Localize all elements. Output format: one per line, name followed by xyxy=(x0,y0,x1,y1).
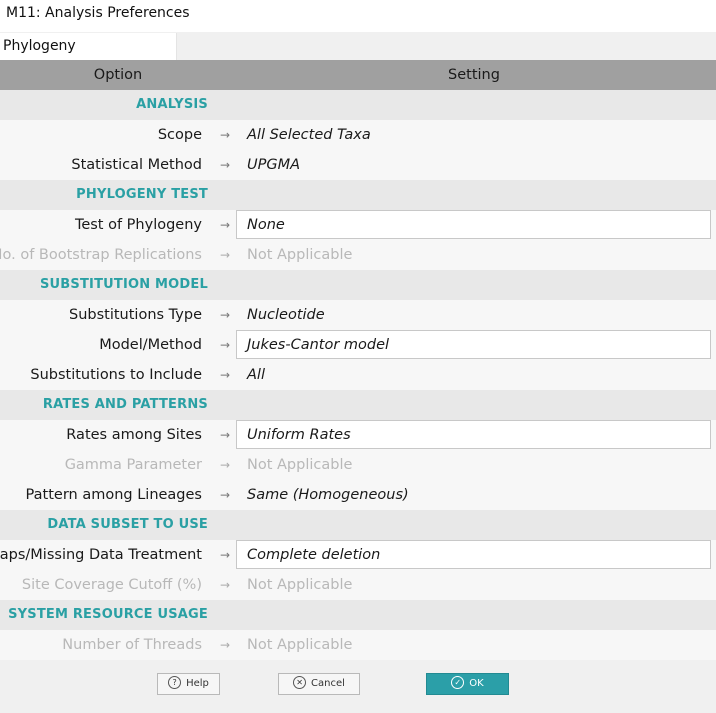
column-header-setting: Setting xyxy=(448,67,500,83)
setting-value: Complete deletion xyxy=(247,547,381,563)
option-row: Rates among Sites → Uniform Rates xyxy=(0,420,716,450)
arrow-right-icon: → xyxy=(220,368,231,382)
section-label: SYSTEM RESOURCE USAGE xyxy=(8,607,208,622)
setting-value: None xyxy=(247,217,285,233)
tab-phylogeny-reconstruction[interactable]: Phylogeny Reconstruction xyxy=(0,33,177,81)
arrow-right-icon: → xyxy=(220,248,231,262)
setting-value[interactable]: Same (Homogeneous) xyxy=(247,480,409,510)
setting-value: Not Applicable xyxy=(247,637,353,653)
cancel-button-label: Cancel xyxy=(311,678,345,689)
arrow-right-icon: → xyxy=(220,218,231,232)
setting-value[interactable]: All xyxy=(247,360,265,390)
arrow-right-icon: → xyxy=(220,308,231,322)
column-header-option: Option xyxy=(93,67,143,83)
option-row: Statistical Method → UPGMA xyxy=(0,150,716,180)
ok-button-label: OK xyxy=(469,678,484,689)
setting-value: Jukes-Cantor model xyxy=(247,337,390,353)
setting-value[interactable]: Nucleotide xyxy=(247,300,325,330)
setting-value: Uniform Rates xyxy=(247,427,351,443)
setting-value: Not Applicable xyxy=(247,457,353,473)
arrow-right-icon: → xyxy=(220,338,231,352)
section-header: DATA SUBSET TO USE xyxy=(0,510,716,540)
question-icon: ? xyxy=(168,675,182,689)
section-header: RATES AND PATTERNS xyxy=(0,390,716,420)
setting-value: Not Applicable xyxy=(247,247,353,263)
option-label: Gaps/Missing Data Treatment xyxy=(0,547,202,563)
option-label: Rates among Sites xyxy=(66,427,202,443)
option-label: Gamma Parameter xyxy=(64,457,202,473)
arrow-right-icon: → xyxy=(220,428,231,442)
section-label: PHYLOGENY TEST xyxy=(76,187,208,202)
help-button[interactable]: ? Help xyxy=(157,673,220,695)
section-header: SYSTEM RESOURCE USAGE xyxy=(0,600,716,630)
ok-button[interactable]: ✓ OK xyxy=(426,673,509,695)
cancel-button[interactable]: ✕ Cancel xyxy=(278,673,360,695)
setting-dropdown[interactable] xyxy=(236,210,711,239)
arrow-right-icon: → xyxy=(220,548,231,562)
check-circle-icon: ✓ xyxy=(451,675,465,689)
arrow-right-icon: → xyxy=(220,128,231,142)
button-bar: ? Help ✕ Cancel ✓ OK xyxy=(0,667,716,713)
section-header: ANALYSIS xyxy=(0,90,716,120)
arrow-right-icon: → xyxy=(220,488,231,502)
arrow-right-icon: → xyxy=(220,638,231,652)
option-row: Gaps/Missing Data Treatment → Complete del… xyxy=(0,540,716,570)
section-header: PHYLOGENY TEST xyxy=(0,180,716,210)
window-title: M11: Analysis Preferences xyxy=(6,5,190,21)
option-label: Pattern among Lineages xyxy=(25,487,202,503)
section-label: SUBSTITUTION MODEL xyxy=(39,277,208,292)
section-header: SUBSTITUTION MODEL xyxy=(0,270,716,300)
tab-strip: Phylogeny Reconstruction xyxy=(0,32,716,81)
section-label: ANALYSIS xyxy=(136,97,208,112)
option-label: No. of Bootstrap Replications xyxy=(0,247,202,263)
option-row: Site Coverage Cutoff (%) → Not Applicable xyxy=(0,570,716,600)
option-label: Site Coverage Cutoff (%) xyxy=(21,577,202,593)
option-label: Scope xyxy=(157,127,202,143)
section-label: RATES AND PATTERNS xyxy=(42,397,208,412)
option-row: Substitutions Type → Nucleotide xyxy=(0,300,716,330)
setting-value[interactable]: UPGMA xyxy=(247,150,300,180)
option-row: Number of Threads → Not Applicable xyxy=(0,630,716,660)
help-button-label: Help xyxy=(186,678,209,689)
grid-header: Option Setting xyxy=(0,60,716,90)
setting-value[interactable]: All Selected Taxa xyxy=(247,120,371,150)
option-row: No. of Bootstrap Replications → Not Applic… xyxy=(0,240,716,270)
option-row: Test of Phylogeny → None xyxy=(0,210,716,240)
preferences-grid: ANALYSIS Scope → All Selected Taxa Statistic… xyxy=(0,90,716,660)
close-circle-icon: ✕ xyxy=(293,675,307,689)
option-label: Statistical Method xyxy=(71,157,202,173)
option-label: Substitutions to Include xyxy=(30,367,202,383)
option-label: Number of Threads xyxy=(62,637,202,653)
option-row: Scope → All Selected Taxa xyxy=(0,120,716,150)
setting-value: Not Applicable xyxy=(247,577,353,593)
option-label: Substitutions Type xyxy=(69,307,202,323)
title-bar: M11: Analysis Preferences xyxy=(0,0,716,32)
option-row: Gamma Parameter → Not Applicable xyxy=(0,450,716,480)
option-label: Test of Phylogeny xyxy=(74,217,202,233)
option-label: Model/Method xyxy=(99,337,202,353)
arrow-right-icon: → xyxy=(220,458,231,472)
option-row: Model/Method → Jukes-Cantor model xyxy=(0,330,716,360)
arrow-right-icon: → xyxy=(220,158,231,172)
section-label: DATA SUBSET TO USE xyxy=(47,517,208,532)
arrow-right-icon: → xyxy=(220,578,231,592)
option-row: Pattern among Lineages → Same (Homogeneous… xyxy=(0,480,716,510)
option-row: Substitutions to Include → All xyxy=(0,360,716,390)
